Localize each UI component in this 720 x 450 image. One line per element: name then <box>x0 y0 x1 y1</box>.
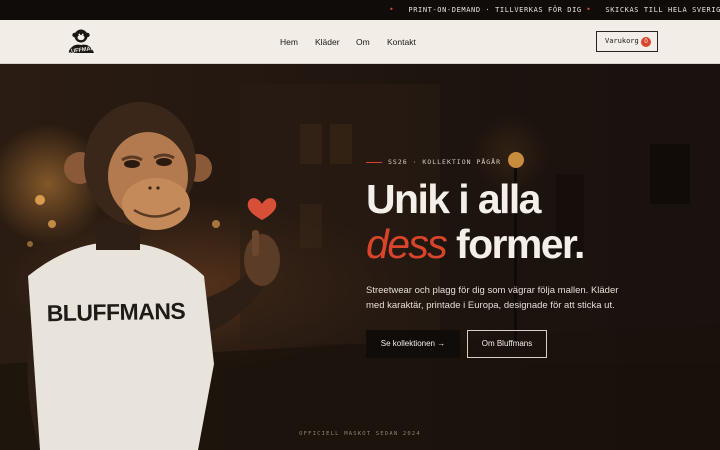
shirt-print-text: BLUFFMANS <box>46 298 185 326</box>
logo-link[interactable]: BLUFFMANS <box>62 27 100 57</box>
announcement-item: • SKICKAS TILL HELA SVERIGE <box>586 0 720 20</box>
bluffmans-logo-icon: BLUFFMANS <box>63 29 99 56</box>
announcement-bar: • PRINT-ON-DEMAND · TILLVERKAS FÖR DIG • S… <box>0 0 720 20</box>
see-collection-button[interactable]: Se kollektionen → <box>366 330 460 358</box>
bullet-dot-icon: • <box>586 5 592 14</box>
nav-item-hem[interactable]: Hem <box>280 20 298 64</box>
mascot-caption: OFFICIELL MASKOT SEDAN 2024 <box>299 431 421 437</box>
about-bluffmans-button[interactable]: Om Bluffmans <box>467 330 547 358</box>
bullet-dot-icon: • <box>389 5 395 14</box>
announcement-item: • PRINT-ON-DEMAND · TILLVERKAS FÖR DIG <box>389 0 582 20</box>
svg-text:BLUFFMANS: BLUFFMANS <box>63 45 99 56</box>
headline-accent: dess <box>366 221 448 267</box>
announcement-text: SKICKAS TILL HELA SVERIGE <box>605 6 720 14</box>
hero-subtext: Streetwear och plagg för dig som vägrar … <box>366 285 619 311</box>
nav-item-om[interactable]: Om <box>356 20 370 64</box>
nav-item-klader[interactable]: Kläder <box>315 20 340 64</box>
nav-item-kontakt[interactable]: Kontakt <box>387 20 416 64</box>
site-header: BLUFFMANS Hem Kläder Om Kontakt Varukorg… <box>0 20 720 64</box>
headline-line-1: Unik i alla <box>366 176 541 222</box>
announcement-text: PRINT-ON-DEMAND · TILLVERKAS FÖR DIG <box>408 6 582 14</box>
collection-eyebrow: SS26 · KOLLEKTION PÅGÅR <box>366 157 501 167</box>
hero-headline: Unik i alla dess former. <box>366 177 696 267</box>
cart-label: Varukorg <box>605 37 639 45</box>
hero-section: BLUFFMANS SS26 · KOLLEKTION PÅGÅR Unik i… <box>0 64 720 450</box>
cart-button[interactable]: Varukorg 0 <box>596 31 658 52</box>
cart-count-badge: 0 <box>641 37 651 47</box>
headline-rest: former. <box>456 221 585 267</box>
